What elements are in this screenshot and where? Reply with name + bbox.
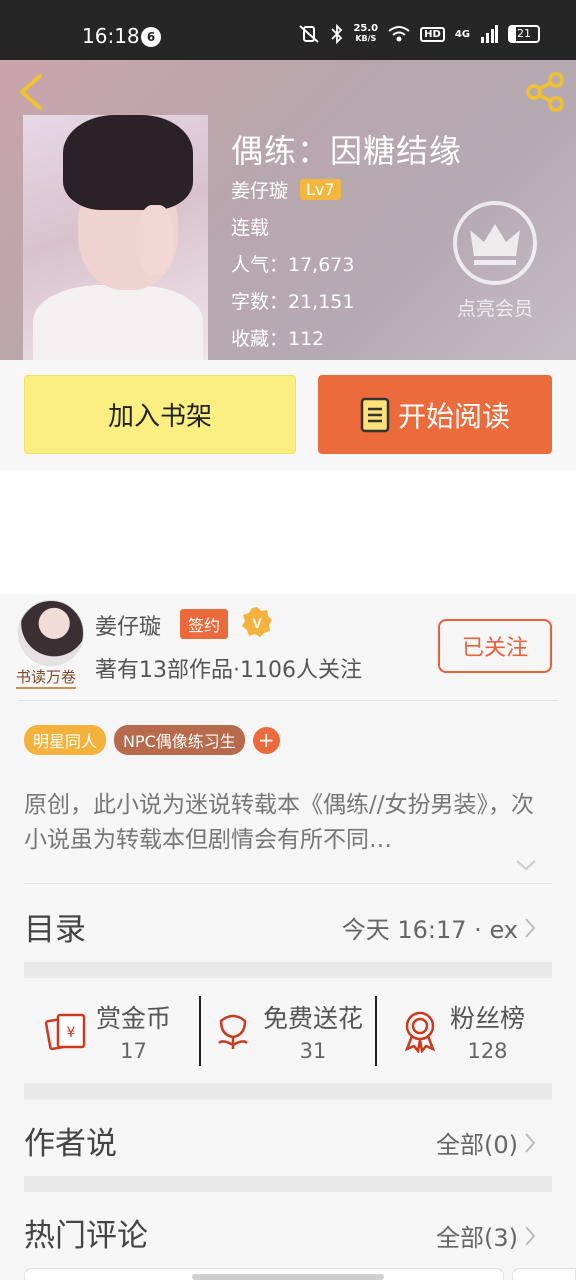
status-bar: 16:18 6 25.0 KB/S HD 4G 21 <box>0 0 576 60</box>
stat-label: 赏金币 <box>96 1004 172 1033</box>
hot-comments-all[interactable]: 全部(3) <box>436 1218 536 1253</box>
author-name[interactable]: 姜仔璇 <box>231 176 288 203</box>
svg-text:¥: ¥ <box>67 1025 76 1041</box>
divider <box>375 996 377 1066</box>
chevron-down-icon[interactable] <box>515 858 537 872</box>
section-band <box>24 1083 552 1099</box>
crown-icon <box>453 201 537 285</box>
red-envelope-icon: ¥ <box>44 1013 86 1051</box>
author-card: 书读万卷 姜仔璇 签约 V 著有13部作品·1106人关注 已关注 <box>0 594 576 700</box>
medal-icon <box>404 1011 436 1053</box>
book-description[interactable]: 原创，此小说为迷说转载本《偶练//女扮男装》，次小说虽为转载本但剧情会有所不同… <box>24 788 552 858</box>
flower-icon <box>218 1014 248 1049</box>
author-card-name[interactable]: 姜仔璇 <box>95 609 161 641</box>
reward-stats: ¥ 赏金币 17 免费送花 31 粉丝榜 128 <box>24 978 552 1083</box>
vip-member-button[interactable]: 点亮会员 <box>450 200 540 321</box>
divider <box>18 700 558 701</box>
send-flower-button[interactable]: 免费送花 31 <box>211 996 363 1066</box>
book-status: 连载 <box>231 217 270 239</box>
verified-icon: V <box>242 607 272 637</box>
reward-coins-button[interactable]: ¥ 赏金币 17 <box>44 996 171 1066</box>
stat-value: 31 <box>299 1039 327 1063</box>
battery-icon: 21 <box>508 25 540 43</box>
cover-figure-coat <box>33 285 203 360</box>
section-band <box>24 1176 552 1192</box>
signed-badge: 签约 <box>180 609 229 639</box>
network-type-label: 4G <box>454 28 470 40</box>
back-arrow-icon[interactable] <box>14 72 48 112</box>
book-header: 偶练：因糖结缘 姜仔璇 Lv7 连载 人气：17,673 字数：21,151 收… <box>0 60 576 360</box>
author-row: 姜仔璇 Lv7 <box>231 176 341 203</box>
comment-card[interactable] <box>512 1268 576 1280</box>
section-band <box>24 962 552 978</box>
book-word-count: 字数：21,151 <box>231 291 355 313</box>
vibrate-mute-icon <box>299 25 320 43</box>
stat-value: 17 <box>120 1039 147 1063</box>
bluetooth-icon <box>331 24 343 44</box>
stat-label: 免费送花 <box>263 1004 364 1033</box>
status-time: 16:18 <box>82 24 140 48</box>
add-to-shelf-button[interactable]: 加入书架 <box>24 375 296 454</box>
share-icon[interactable] <box>524 70 568 114</box>
stat-value: 128 <box>467 1039 508 1063</box>
tag-item[interactable]: 明星同人 <box>24 725 107 755</box>
hd-icon: HD <box>420 26 445 42</box>
svg-text:V: V <box>252 615 262 631</box>
book-favorites: 收藏：112 <box>231 328 325 350</box>
divider <box>199 996 201 1066</box>
notification-count-badge: 6 <box>141 27 161 47</box>
status-icons: 25.0 KB/S HD 4G 21 <box>297 24 540 44</box>
cover-figure-hair <box>63 115 193 210</box>
stat-label: 粉丝榜 <box>450 1004 526 1033</box>
vip-member-label: 点亮会员 <box>456 298 533 320</box>
chevron-right-icon <box>525 917 536 938</box>
catalog-title: 目录 <box>24 912 86 948</box>
network-speed: 25.0 KB/S <box>353 23 379 44</box>
book-title: 偶练：因糖结缘 <box>231 132 463 170</box>
author-says-all[interactable]: 全部(0) <box>436 1125 536 1160</box>
start-reading-button[interactable]: 开始阅读 <box>318 375 552 454</box>
book-popularity: 人气：17,673 <box>231 254 355 276</box>
follow-button[interactable]: 已关注 <box>438 619 552 673</box>
start-reading-label: 开始阅读 <box>397 399 510 433</box>
home-indicator[interactable] <box>192 1274 384 1280</box>
author-says-title: 作者说 <box>24 1126 117 1162</box>
tag-item[interactable]: NPC偶像练习生 <box>114 725 245 755</box>
wifi-icon <box>388 26 410 42</box>
fan-ranking-button[interactable]: 粉丝榜 128 <box>398 996 525 1066</box>
catalog-latest: 今天 16:17 · ex <box>342 910 536 945</box>
cover-figure-hand <box>138 205 173 275</box>
divider <box>24 883 552 884</box>
chevron-right-icon <box>525 1132 536 1153</box>
author-works-followers: 著有13部作品·1106人关注 <box>95 658 362 683</box>
chevron-right-icon <box>525 1225 536 1246</box>
blank-area <box>0 470 576 594</box>
tag-list: 明星同人 NPC偶像练习生 + <box>24 725 280 755</box>
avatar-title-badge: 书读万卷 <box>16 666 77 689</box>
book-cover-image[interactable] <box>23 115 208 360</box>
action-bar: 加入书架 开始阅读 <box>0 360 576 470</box>
book-icon <box>360 397 390 432</box>
add-tag-button[interactable]: + <box>252 726 280 754</box>
author-level-badge: Lv7 <box>300 179 341 200</box>
hot-comments-title: 热门评论 <box>24 1218 148 1254</box>
avatar[interactable] <box>18 600 84 666</box>
signal-icon <box>481 25 498 43</box>
